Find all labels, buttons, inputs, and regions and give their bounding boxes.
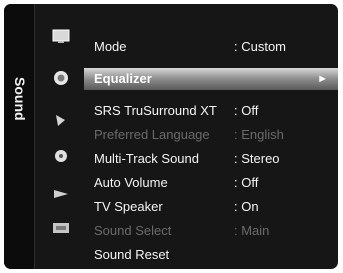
menu-item-label: Sound Reset <box>94 247 170 262</box>
category-icons <box>46 28 76 238</box>
menu-item-label: Equalizer <box>94 71 152 86</box>
menu-item-value: : Stereo <box>234 151 280 166</box>
menu-item-sound-select: Sound Select : Main <box>84 220 338 242</box>
right-arrow-icon: ► <box>317 73 328 85</box>
menu-item-equalizer[interactable]: Equalizer ► <box>84 68 338 90</box>
tv-menu-panel: Sound Mode : Custom Equalizer ► SRS TruS… <box>4 4 338 269</box>
menu-item-sound-reset[interactable]: Sound Reset <box>84 244 338 266</box>
picture-icon[interactable] <box>51 28 71 44</box>
menu-item-label: Auto Volume <box>94 175 168 190</box>
menu-item-value: : English <box>234 127 284 142</box>
menu-item-label: Mode <box>94 39 127 54</box>
menu-item-label: Preferred Language <box>94 127 210 142</box>
application-icon[interactable] <box>51 186 71 202</box>
menu-item-tv-speaker[interactable]: TV Speaker : On <box>84 196 338 218</box>
menu-item-value: : Main <box>234 223 270 238</box>
menu-item-value: : On <box>234 199 259 214</box>
tab-label: Sound <box>12 77 28 121</box>
menu-item-value: : Off <box>234 175 259 190</box>
menu-item-value: : Custom <box>234 39 287 54</box>
menu-item-preferred-language: Preferred Language : English <box>84 124 338 146</box>
sound-tab[interactable]: Sound <box>4 4 35 269</box>
support-icon[interactable] <box>51 220 71 236</box>
menu-item-multi-track-sound[interactable]: Multi-Track Sound : Stereo <box>84 148 338 170</box>
menu-item-label: SRS TruSurround XT <box>94 103 217 118</box>
menu-list: Mode : Custom Equalizer ► SRS TruSurroun… <box>84 4 338 269</box>
menu-item-auto-volume[interactable]: Auto Volume : Off <box>84 172 338 194</box>
menu-item-value: : Off <box>234 103 259 118</box>
menu-item-mode[interactable]: Mode : Custom <box>84 36 338 58</box>
sound-icon[interactable] <box>51 70 71 86</box>
menu-item-label: TV Speaker <box>94 199 163 214</box>
menu-item-label: Multi-Track Sound <box>94 151 199 166</box>
input-icon[interactable] <box>51 148 71 164</box>
setup-icon[interactable] <box>51 112 71 128</box>
menu-item-label: Sound Select <box>94 223 172 238</box>
menu-item-srs-trusurround[interactable]: SRS TruSurround XT : Off <box>84 100 338 122</box>
